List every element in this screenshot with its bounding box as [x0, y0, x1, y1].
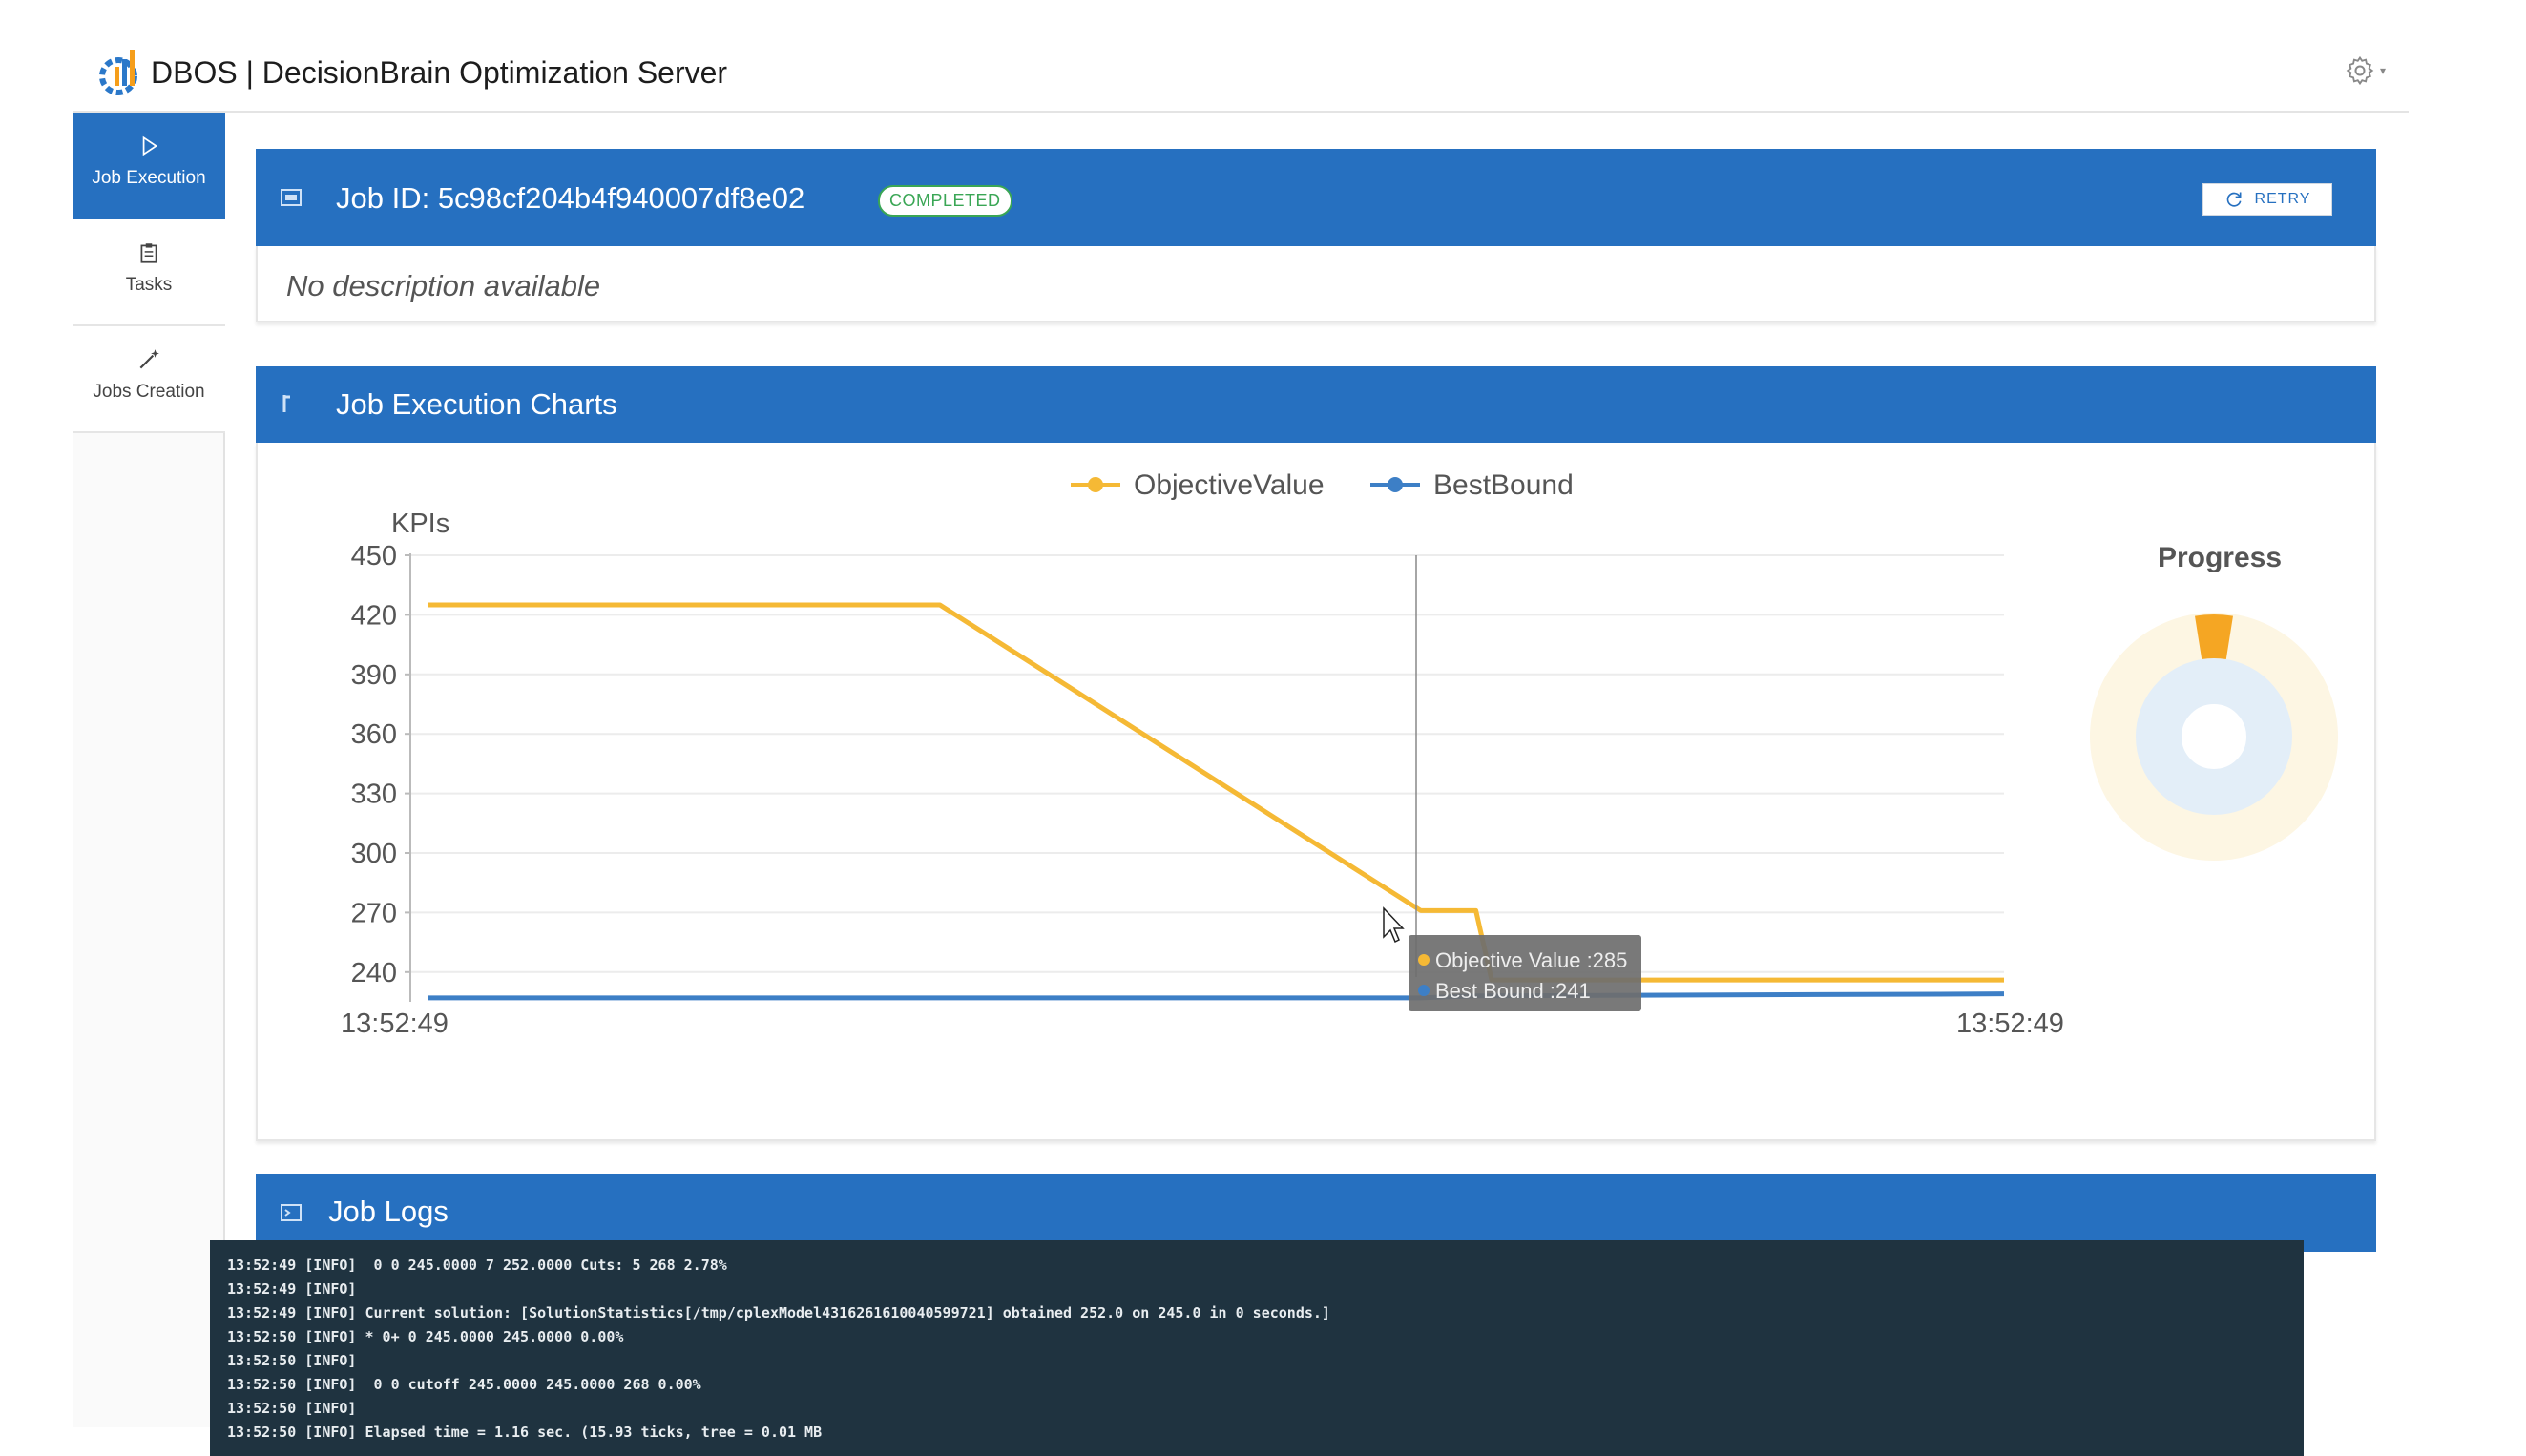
progress-donut [2090, 613, 2338, 861]
log-line: 13:52:50 [INFO] [227, 1400, 357, 1417]
series-line-objectivevalue[interactable] [428, 602, 2004, 983]
y-tick-label: 330 [351, 780, 397, 810]
job-description-panel: No description available [256, 246, 2376, 322]
magic-wand-icon [139, 349, 159, 369]
y-tick-label: 390 [351, 660, 397, 691]
sidebar-item-label: Job Execution [92, 168, 206, 188]
retry-label: RETRY [2254, 191, 2311, 207]
refresh-icon [2226, 192, 2242, 207]
y-tick-label: 300 [351, 839, 397, 869]
terminal-icon [281, 1204, 302, 1221]
sidebar-item-label: Tasks [125, 275, 173, 295]
sidebar-item-jobs-creation[interactable]: Jobs Creation [73, 326, 225, 433]
chart-tooltip: Objective Value :285 Best Bound :241 [1409, 935, 1641, 1011]
chart-icon [282, 395, 290, 412]
progress-inner-ring [2136, 658, 2292, 815]
sidebar-item-job-execution[interactable]: Job Execution [73, 113, 225, 219]
status-badge: COMPLETED [878, 185, 1012, 217]
logs-title: Job Logs [328, 1195, 449, 1228]
chart-series [428, 602, 2005, 1001]
gear-icon [2346, 55, 2374, 86]
legend-bound-label[interactable]: BestBound [1433, 469, 1574, 501]
dbos-logo-icon [99, 50, 137, 95]
y-tick-label: 450 [351, 541, 397, 572]
job-description: No description available [286, 269, 601, 302]
chart-grid [410, 554, 2004, 973]
charts-title: Job Execution Charts [336, 387, 617, 421]
play-icon [142, 135, 158, 156]
chart-legend: ObjectiveValue BestBound [1071, 469, 1574, 501]
job-header: Job ID: 5c98cf204b4f940007df8e02 COMPLET… [256, 149, 2376, 246]
y-tick-label: 240 [351, 958, 397, 988]
x-tick-label: 13:52:49 [341, 1009, 449, 1039]
charts-header: Job Execution Charts [256, 366, 2376, 443]
legend-bound-marker [1388, 477, 1403, 492]
charts-panel: ObjectiveValue BestBound KPIs 450 420 390 3… [256, 443, 2376, 1141]
legend-objective-label[interactable]: ObjectiveValue [1134, 469, 1325, 501]
clipboard-icon [140, 243, 157, 263]
log-line: 13:52:50 [INFO] Elapsed time = 1.16 sec.… [227, 1424, 823, 1441]
series-line-bestbound[interactable] [428, 991, 2005, 1001]
log-line: 13:52:49 [INFO] [227, 1280, 357, 1298]
tooltip-bound: Best Bound :241 [1435, 979, 1591, 1003]
y-tick-label: 270 [351, 898, 397, 928]
chevron-down-icon: ▾ [2380, 64, 2387, 77]
legend-objective-marker [1088, 477, 1103, 492]
y-axis-title: KPIs [391, 509, 449, 539]
y-tick-label: 360 [351, 719, 397, 750]
log-line: 13:52:50 [INFO] [227, 1352, 357, 1369]
job-log-console[interactable]: 13:52:49 [INFO] 0 0 245.0000 7 252.0000 … [210, 1240, 2304, 1456]
tooltip-bound-marker [1418, 985, 1430, 996]
app-title: DBOS | DecisionBrain Optimization Server [151, 55, 728, 90]
settings-menu[interactable]: ▾ [2344, 52, 2391, 90]
progress-title: Progress [2158, 542, 2282, 573]
job-id-title: Job ID: 5c98cf204b4f940007df8e02 [336, 181, 805, 215]
sidebar-item-tasks[interactable]: Tasks [73, 219, 225, 326]
x-tick-label: 13:52:49 [1956, 1009, 2064, 1039]
y-axis-ticks: 450 420 390 360 330 300 270 240 [351, 541, 410, 988]
kpi-line-chart: ObjectiveValue BestBound KPIs 450 420 390 3… [341, 469, 2338, 1039]
log-line: 13:52:49 [INFO] 0 0 245.0000 7 252.0000 … [227, 1257, 727, 1274]
app-window: DBOS | DecisionBrain Optimization Server… [73, 32, 2409, 1427]
tooltip-objective: Objective Value :285 [1435, 948, 1627, 972]
top-bar: DBOS | DecisionBrain Optimization Server… [73, 32, 2409, 113]
tooltip-objective-marker [1418, 954, 1430, 966]
sidebar: Job Execution Tasks Jobs Creation [73, 113, 225, 1427]
log-line: 13:52:50 [INFO] * 0+ 0 245.0000 245.0000… [227, 1328, 624, 1345]
log-line: 13:52:50 [INFO] 0 0 cutoff 245.0000 245.… [227, 1376, 701, 1393]
y-tick-label: 420 [351, 600, 397, 631]
job-icon [281, 189, 302, 206]
retry-button[interactable]: RETRY [2202, 183, 2332, 216]
sidebar-item-label: Jobs Creation [93, 382, 205, 402]
log-line: 13:52:49 [INFO] Current solution: [Solut… [227, 1304, 1330, 1321]
